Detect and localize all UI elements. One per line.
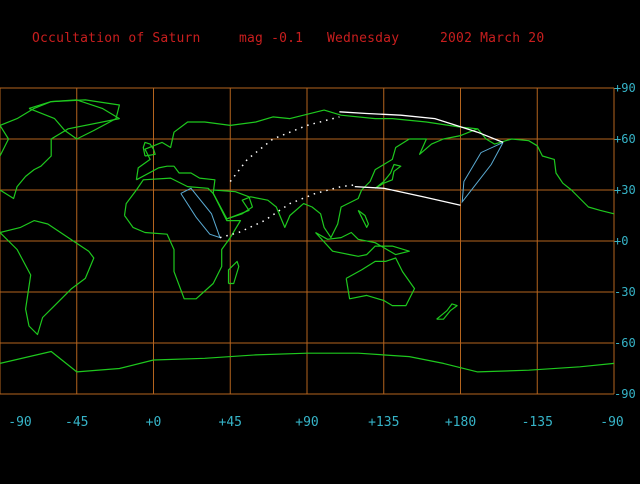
latitude-label: -30 <box>614 285 636 299</box>
coastline-new-zealand <box>436 303 458 320</box>
latitude-label: +90 <box>614 81 636 95</box>
northern-limit-line <box>339 111 504 144</box>
longitude-label: -135 <box>521 415 553 430</box>
coastline-north-america <box>0 99 121 200</box>
latitude-label: +60 <box>614 132 636 146</box>
latitude-label: -90 <box>614 387 636 401</box>
longitude-label: +90 <box>295 415 319 430</box>
northern-limit-dotted <box>229 116 340 182</box>
coastline-greenland <box>28 99 121 140</box>
date-label: 2002 March 20 <box>440 31 545 46</box>
magnitude-label: mag -0.1 <box>239 31 304 46</box>
latitude-label: +0 <box>614 234 629 248</box>
world-map <box>0 87 615 395</box>
longitude-label: -90 <box>8 415 32 430</box>
longitude-label: -90 <box>600 415 624 430</box>
event-title: Occultation of Saturn <box>32 31 201 46</box>
coastline-alaska-nw <box>477 128 615 215</box>
coastline-australia <box>345 257 416 307</box>
latitude-label: +30 <box>614 183 636 197</box>
longitude-label: +0 <box>145 415 162 430</box>
graticule <box>0 87 615 395</box>
coastline-philippines <box>357 209 369 228</box>
longitude-label: -45 <box>65 415 89 430</box>
longitude-label: +135 <box>368 415 400 430</box>
coastline-arabia-east <box>212 189 253 220</box>
longitude-label: +180 <box>444 415 477 430</box>
visibility-region-east <box>461 141 504 204</box>
longitude-label: +45 <box>218 415 242 430</box>
coastline-south-america <box>0 220 95 336</box>
coastline-japan <box>374 163 402 189</box>
weekday-label: Wednesday <box>327 31 400 46</box>
latitude-label: -60 <box>614 336 636 350</box>
southern-limit-line <box>354 185 461 206</box>
occultation-map: Occultation of Saturn mag -0.1 Wednesday… <box>0 0 640 480</box>
